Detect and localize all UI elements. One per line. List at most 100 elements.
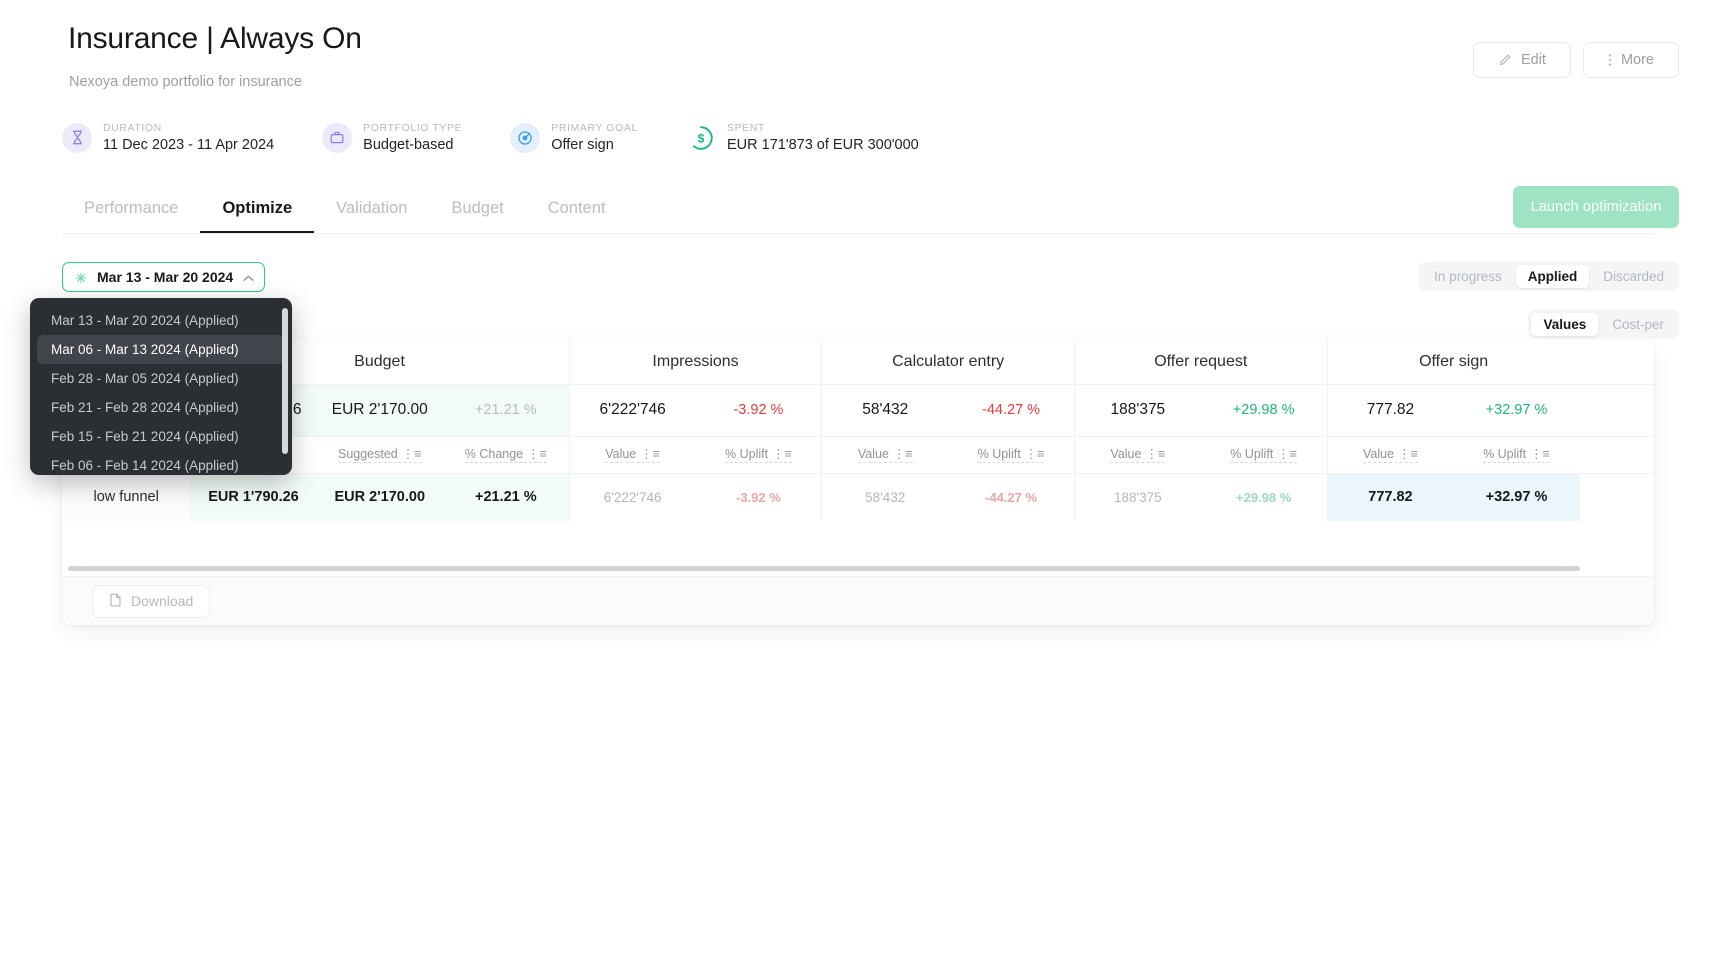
date-range-option-list: Mar 13 - Mar 20 2024 (Applied) Mar 06 - … <box>30 306 292 475</box>
cell-calculator-value: 58'432 <box>821 473 949 521</box>
sort-icon: ⋮≡ <box>1024 447 1045 461</box>
subheader-change[interactable]: % Change ⋮≡ <box>442 436 570 474</box>
totals-offer-sign-uplift: +32.97 % <box>1453 384 1580 437</box>
edit-button-label: Edit <box>1520 52 1546 68</box>
status-discarded[interactable]: Discarded <box>1591 265 1676 288</box>
page-title: Insurance | Always On <box>68 22 362 55</box>
meta-portfolio-type: PORTFOLIO TYPE Budget-based <box>322 122 462 153</box>
cell-offer-request-value: 188'375 <box>1073 473 1201 521</box>
cell-offer-sign-value: 777.82 <box>1326 473 1454 521</box>
cell-previous-budget: EUR 1'790.26 <box>190 473 317 521</box>
sort-icon: ⋮≡ <box>892 447 913 461</box>
meta-spent-label: SPENT <box>726 122 765 134</box>
date-range-option-4[interactable]: Feb 15 - Feb 21 2024 (Applied) <box>37 422 285 451</box>
subheader-offer-sign-uplift[interactable]: % Uplift ⋮≡ <box>1453 436 1580 474</box>
meta-primary-goal: PRIMARY GOAL Offer sign <box>510 122 638 153</box>
meta-spent-value: EUR 171'873 of EUR 300'000 <box>726 137 919 153</box>
totals-suggested-budget: EUR 2'170.00 <box>316 384 443 437</box>
date-range-option-3[interactable]: Feb 21 - Feb 28 2024 (Applied) <box>37 393 285 422</box>
cell-impact-group: low funnel <box>62 473 191 521</box>
chevron-up-icon <box>243 269 254 285</box>
date-range-option-0[interactable]: Mar 13 - Mar 20 2024 (Applied) <box>37 306 285 335</box>
group-header-trailing <box>1579 340 1654 385</box>
table-totals-row: EUR 1'790.26 EUR 2'170.00 +21.21 % 6'222… <box>62 384 1654 437</box>
meta-duration-value: 11 Dec 2023 - 11 Apr 2024 <box>103 137 275 153</box>
group-header-impressions: Impressions <box>568 340 822 385</box>
meta-primary-goal-label: PRIMARY GOAL <box>551 122 638 134</box>
table-scroll-area: Budget Impressions Calculator entry Offe… <box>62 340 1654 562</box>
table-horizontal-scrollbar[interactable] <box>62 562 1654 576</box>
totals-offer-request-value: 188'375 <box>1073 384 1201 437</box>
more-button-label: More <box>1620 52 1654 68</box>
pencil-icon <box>1498 53 1512 67</box>
value-mode-cost-per[interactable]: Cost-per <box>1600 313 1676 336</box>
optimization-table: Budget Impressions Calculator entry Offe… <box>62 340 1654 521</box>
download-button[interactable]: Download <box>92 584 211 618</box>
tab-content[interactable]: Content <box>526 190 628 233</box>
dropdown-scrollbar-thumb[interactable] <box>282 308 288 454</box>
sort-icon: ⋮≡ <box>527 447 547 461</box>
subheader-impressions-value[interactable]: Value ⋮≡ <box>568 436 696 474</box>
table-scrollbar-thumb[interactable] <box>68 566 1580 571</box>
date-range-option-1[interactable]: Mar 06 - Mar 13 2024 (Applied) <box>37 335 285 364</box>
subheader-impressions-uplift[interactable]: % Uplift ⋮≡ <box>695 436 822 474</box>
kebab-menu-icon <box>1608 53 1612 67</box>
portfolio-optimize-page: Insurance | Always On Nexoya demo portfo… <box>0 0 1714 959</box>
totals-budget-change: +21.21 % <box>442 384 570 437</box>
totals-impressions-value: 6'222'746 <box>568 384 696 437</box>
table-footer: Download <box>62 576 1654 625</box>
subheader-suggested[interactable]: Suggested ⋮≡ <box>316 436 443 474</box>
totals-offer-request-uplift: +29.98 % <box>1200 384 1328 437</box>
sort-icon: ⋮≡ <box>772 447 792 461</box>
meta-primary-goal-value: Offer sign <box>551 137 614 153</box>
more-button[interactable]: More <box>1582 42 1679 78</box>
page-subtitle: Nexoya demo portfolio for insurance <box>69 74 302 90</box>
cell-calculator-uplift: -44.27 % <box>985 489 1038 505</box>
date-range-option-5[interactable]: Feb 06 - Feb 14 2024 (Applied) <box>37 451 285 475</box>
status-filter-group: In progress Applied Discarded <box>1419 262 1679 291</box>
subheader-offer-request-uplift[interactable]: % Uplift ⋮≡ <box>1200 436 1328 474</box>
sparkle-icon <box>75 271 87 284</box>
edit-button[interactable]: Edit <box>1472 42 1571 78</box>
meta-portfolio-type-label: PORTFOLIO TYPE <box>363 122 463 134</box>
totals-calculator-uplift: -44.27 % <box>948 384 1075 437</box>
subheader-offer-request-value[interactable]: Value ⋮≡ <box>1073 436 1201 474</box>
status-in-progress[interactable]: In progress <box>1422 265 1514 288</box>
launch-optimization-button[interactable]: Launch optimization <box>1513 186 1679 228</box>
sort-icon: ⋮≡ <box>1277 447 1298 461</box>
date-range-select[interactable]: Mar 13 - Mar 20 2024 <box>62 262 266 292</box>
sort-icon: ⋮≡ <box>1398 447 1418 461</box>
table-group-header-row: Budget Impressions Calculator entry Offe… <box>62 340 1654 385</box>
table-subheader-row: Impact group⋮≡ Previous⋮≡ Suggested⋮≡ % … <box>62 436 1654 474</box>
sort-icon: ⋮≡ <box>1530 447 1550 461</box>
subheader-calculator-value[interactable]: Value ⋮≡ <box>821 436 949 474</box>
value-mode-group: Values Cost-per <box>1528 310 1679 339</box>
cell-suggested-budget: EUR 2'170.00 <box>316 473 443 521</box>
date-range-dropdown[interactable]: Mar 13 - Mar 20 2024 (Applied) Mar 06 - … <box>30 298 292 475</box>
table-row: low funnel EUR 1'790.26 EUR 2'170.00 +21… <box>62 473 1654 521</box>
group-header-offer-sign: Offer sign <box>1326 340 1580 385</box>
tab-performance[interactable]: Performance <box>62 190 200 233</box>
cell-offer-sign-uplift: +32.97 % <box>1453 473 1580 521</box>
subheader-offer-sign-value[interactable]: Value ⋮≡ <box>1326 436 1454 474</box>
sort-icon: ⋮≡ <box>640 447 661 461</box>
cell-budget-change: +21.21 % <box>442 473 570 521</box>
status-applied[interactable]: Applied <box>1515 265 1590 288</box>
meta-duration-label: DURATION <box>103 122 162 134</box>
date-range-value: Mar 13 - Mar 20 2024 <box>97 269 234 285</box>
cell-trailing <box>1580 473 1654 521</box>
totals-trailing <box>1579 384 1654 437</box>
group-header-calculator-entry: Calculator entry <box>821 340 1075 385</box>
date-range-option-2[interactable]: Feb 28 - Mar 05 2024 (Applied) <box>37 364 285 393</box>
value-mode-values[interactable]: Values <box>1531 313 1599 336</box>
tab-optimize[interactable]: Optimize <box>200 190 315 233</box>
portfolio-tabs: Performance Optimize Validation Budget C… <box>62 190 1654 234</box>
subheader-calculator-uplift[interactable]: % Uplift ⋮≡ <box>948 436 1075 474</box>
cell-impressions-uplift: -3.92 % <box>736 489 781 505</box>
tab-validation[interactable]: Validation <box>314 190 429 233</box>
svg-text:$: $ <box>698 131 705 145</box>
tab-budget[interactable]: Budget <box>429 190 525 233</box>
cell-impressions-value: 6'222'746 <box>568 473 696 521</box>
optimization-table-card: Budget Impressions Calculator entry Offe… <box>62 340 1654 625</box>
header-actions: Edit More <box>1472 42 1679 78</box>
